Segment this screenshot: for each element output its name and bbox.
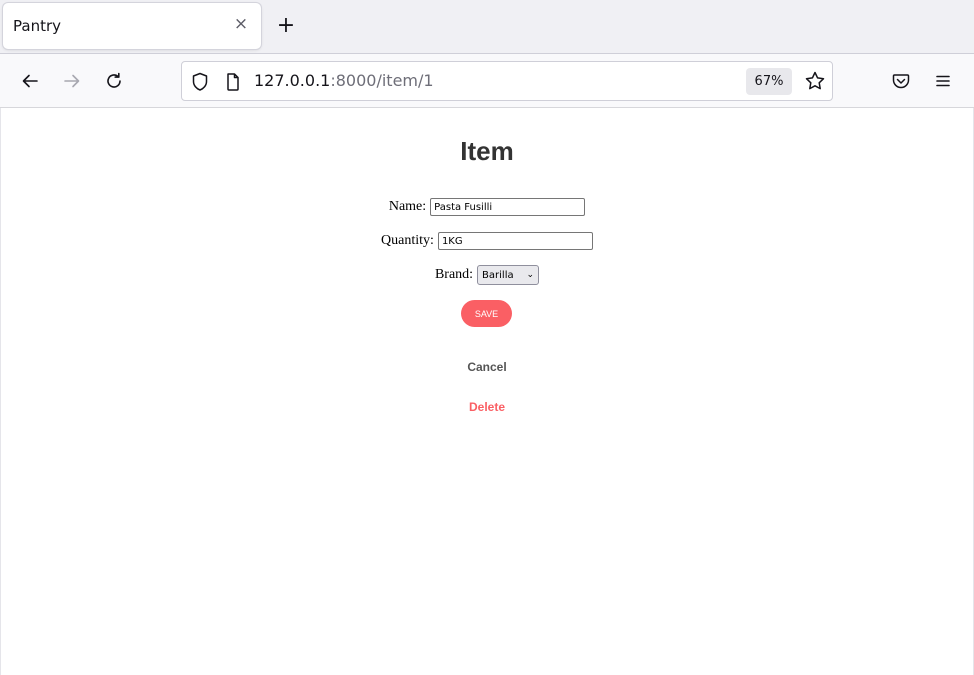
save-button[interactable]: SAVE — [461, 300, 512, 327]
page-content: Item Name: Quantity: Brand: Barilla ⌄ SA… — [0, 108, 974, 675]
page-icon[interactable] — [225, 72, 241, 96]
url-host: 127.0.0.1 — [254, 71, 331, 90]
name-label: Name: — [388, 199, 427, 214]
quantity-input[interactable] — [437, 232, 593, 250]
shield-icon[interactable] — [191, 72, 209, 96]
new-tab-button[interactable]: + — [274, 13, 298, 38]
tab-strip: Pantry × + — [0, 0, 974, 54]
brand-selected-value: Barilla — [482, 269, 514, 281]
name-input[interactable] — [430, 198, 586, 216]
brand-select[interactable]: Barilla ⌄ — [477, 265, 540, 285]
delete-link[interactable]: Delete — [1, 400, 973, 414]
name-row: Name: — [1, 198, 973, 216]
hamburger-menu-icon[interactable] — [930, 68, 956, 94]
brand-row: Brand: Barilla ⌄ — [1, 265, 973, 285]
forward-arrow-icon[interactable] — [59, 68, 85, 94]
back-arrow-icon[interactable] — [17, 68, 43, 94]
close-icon[interactable]: × — [231, 14, 251, 34]
star-icon[interactable] — [804, 70, 826, 96]
zoom-level-badge[interactable]: 67% — [746, 68, 792, 95]
chevron-down-icon: ⌄ — [526, 270, 535, 280]
url-path: :8000/item/1 — [330, 71, 434, 90]
browser-tab[interactable]: Pantry × — [3, 3, 261, 49]
cancel-link[interactable]: Cancel — [1, 360, 973, 374]
url-text[interactable]: 127.0.0.1:8000/item/1 — [254, 71, 434, 90]
brand-label: Brand: — [434, 267, 474, 282]
pocket-icon[interactable] — [888, 68, 914, 94]
reload-icon[interactable] — [101, 68, 127, 94]
page-title: Item — [460, 136, 514, 166]
url-bar[interactable]: 127.0.0.1:8000/item/1 67% — [181, 61, 833, 101]
tab-title: Pantry — [13, 17, 61, 35]
quantity-label: Quantity: — [381, 233, 434, 248]
navigation-bar: 127.0.0.1:8000/item/1 67% — [0, 54, 974, 108]
quantity-row: Quantity: — [1, 232, 973, 250]
